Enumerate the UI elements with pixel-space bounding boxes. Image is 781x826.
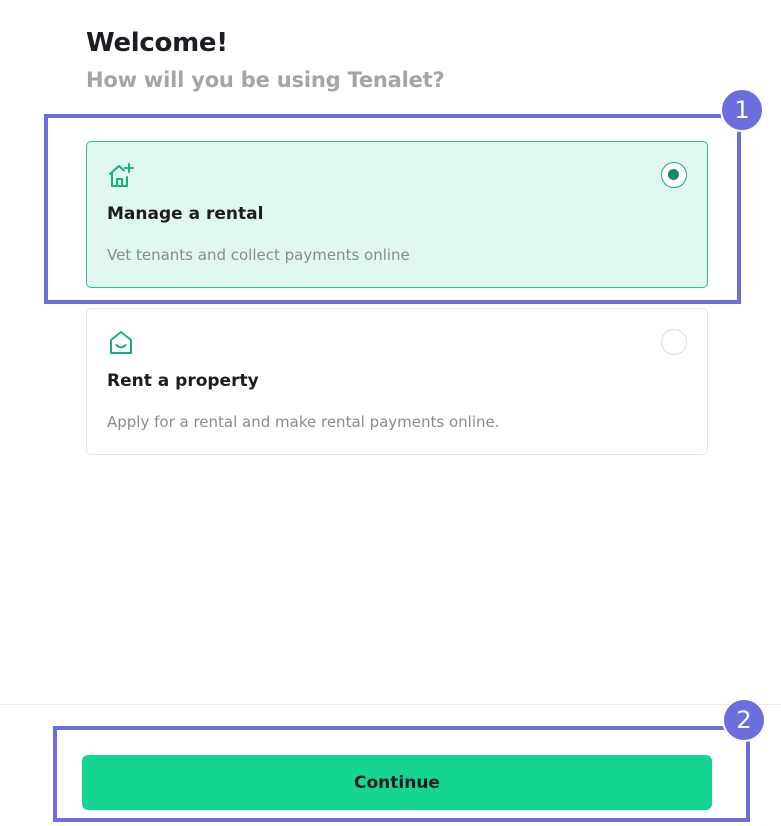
radio-unselected[interactable]: [661, 329, 687, 355]
annotation-badge-2: 2: [722, 698, 766, 742]
option-description: Vet tenants and collect payments online: [107, 246, 410, 264]
option-title: Manage a rental: [107, 204, 264, 224]
footer-divider: [0, 704, 781, 705]
option-rent-property[interactable]: Rent a property Apply for a rental and m…: [86, 308, 708, 455]
option-title: Rent a property: [107, 371, 259, 391]
annotation-badge-1: 1: [720, 88, 764, 132]
page-title: Welcome!: [86, 28, 228, 58]
page-subtitle: How will you be using Tenalet?: [86, 68, 445, 92]
option-manage-rental[interactable]: Manage a rental Vet tenants and collect …: [86, 141, 708, 288]
continue-button[interactable]: Continue: [82, 755, 712, 810]
house-plus-icon: [107, 162, 135, 190]
option-description: Apply for a rental and make rental payme…: [107, 413, 500, 431]
house-smile-icon: [107, 329, 135, 357]
radio-selected[interactable]: [661, 162, 687, 188]
